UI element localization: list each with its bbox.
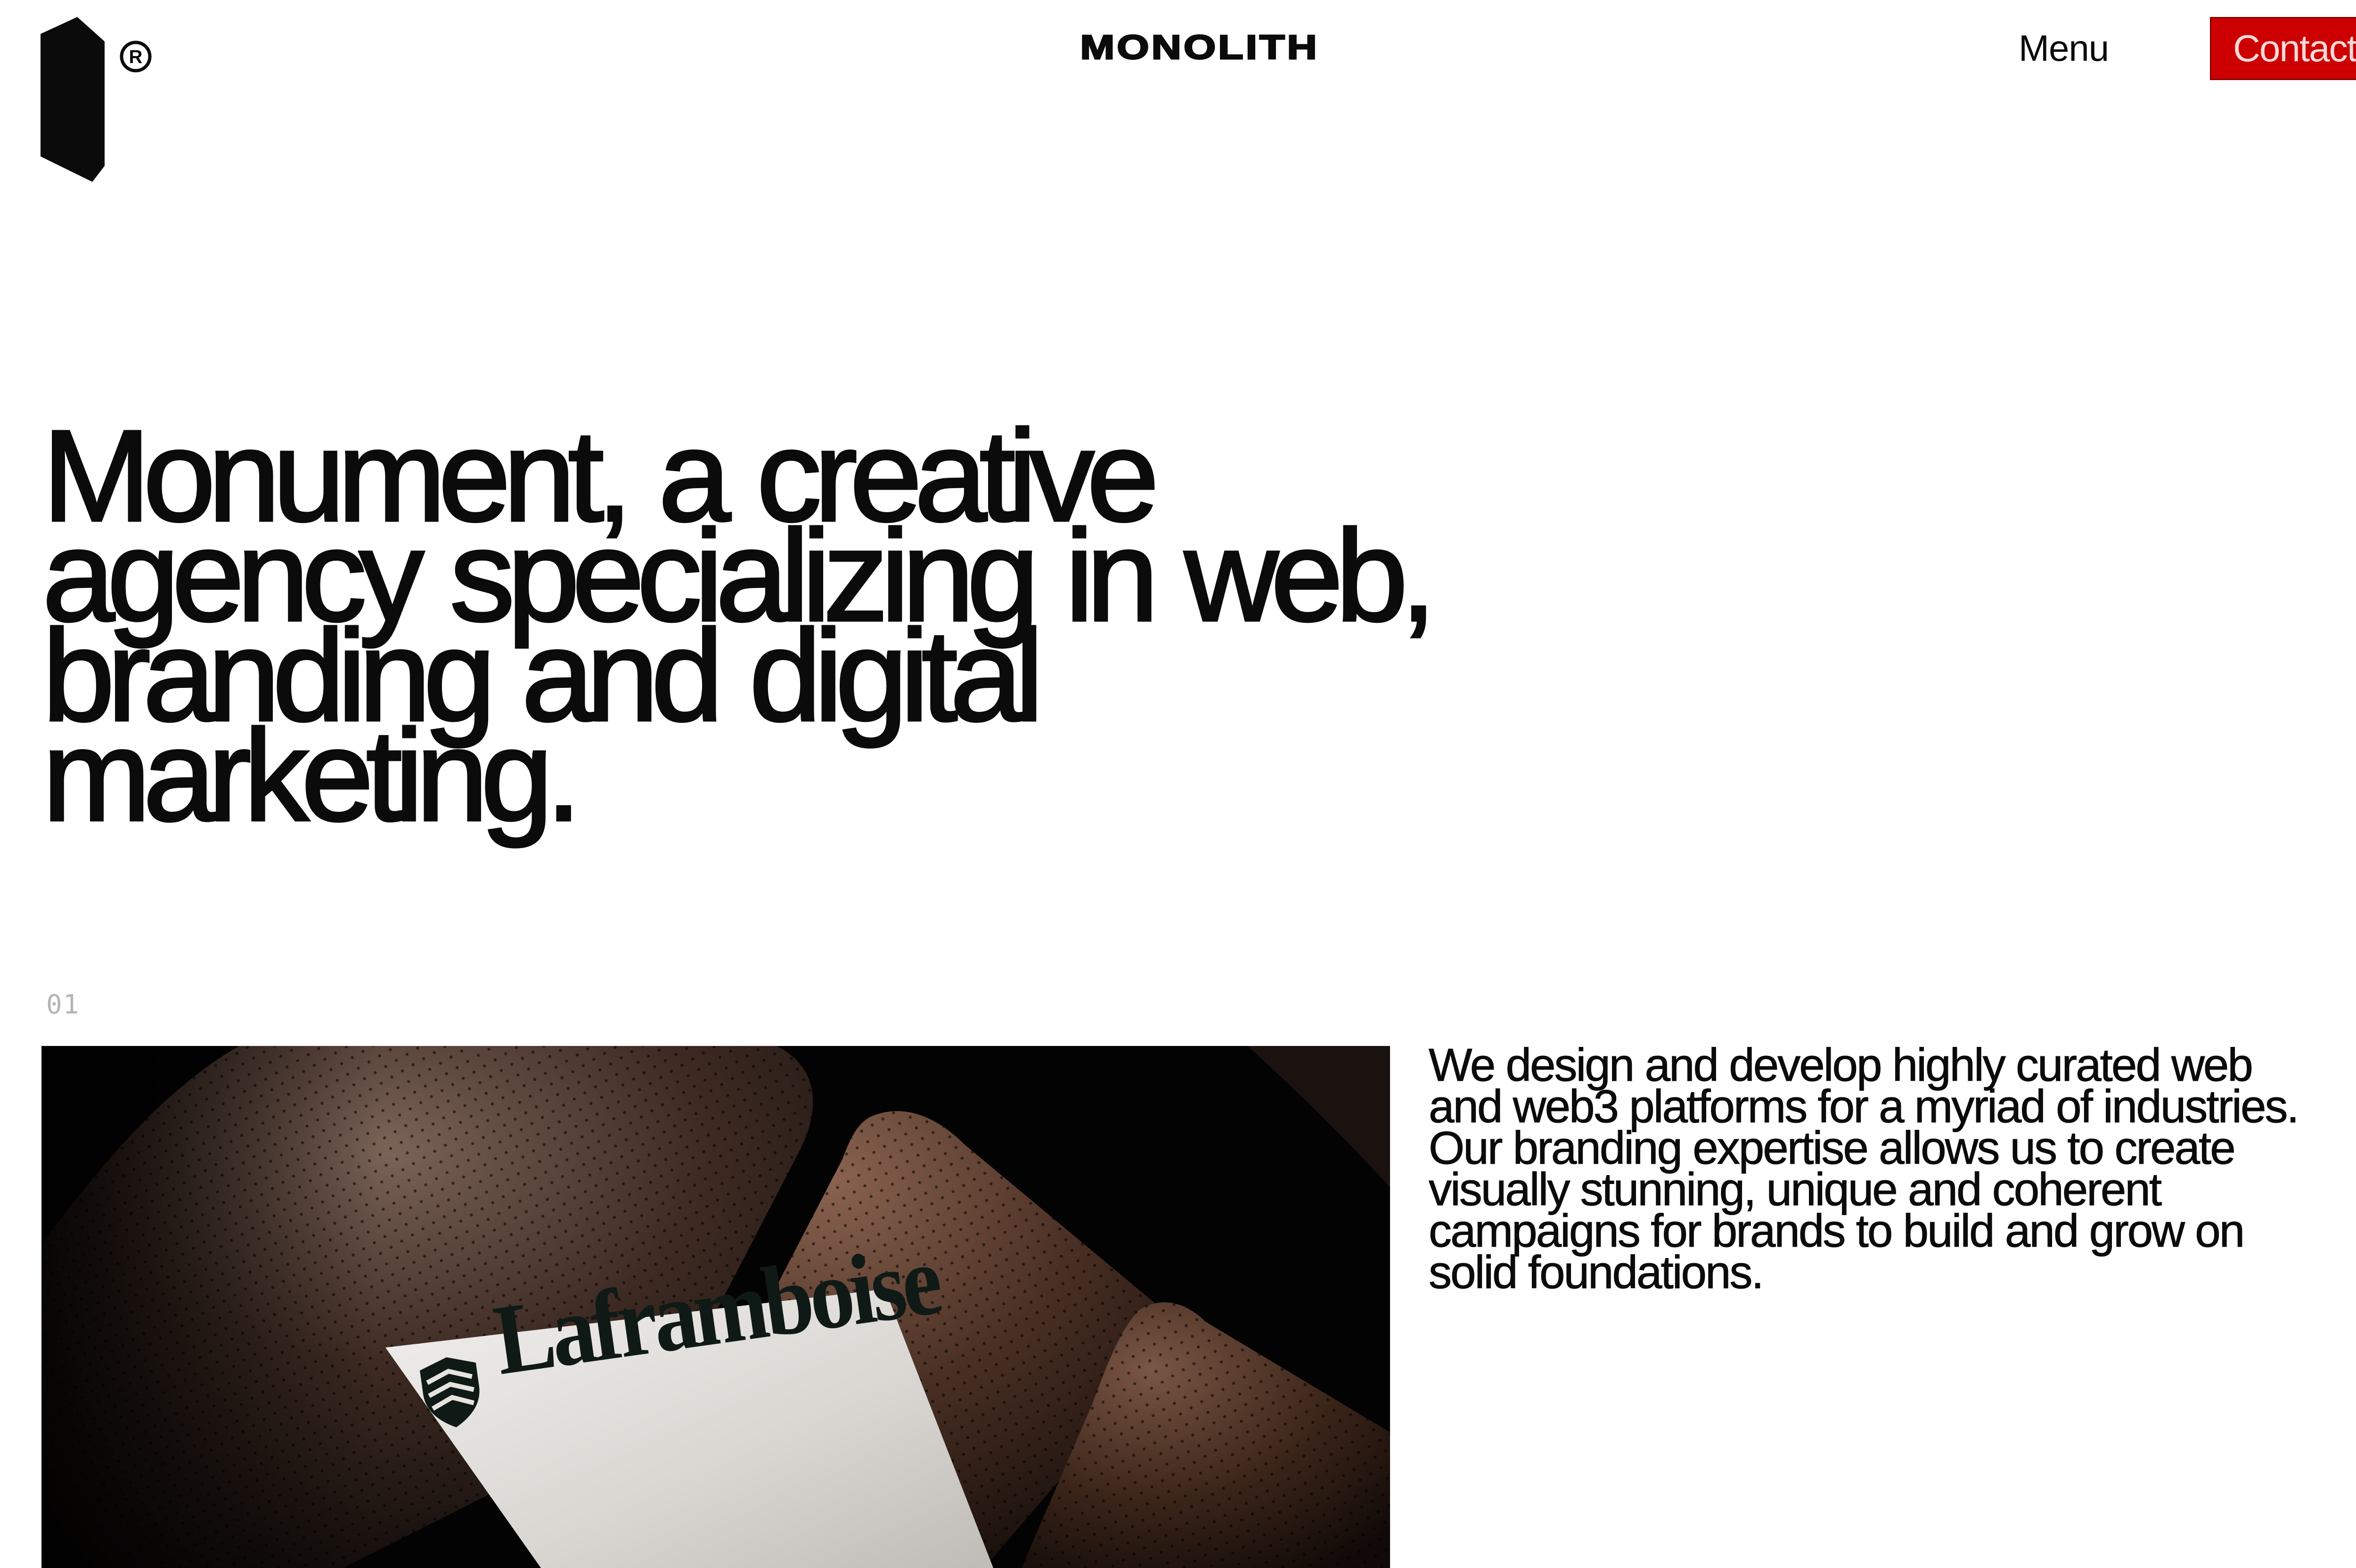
menu-button[interactable]: Menu <box>2019 25 2109 71</box>
contact-button[interactable]: Contact <box>2210 17 2356 80</box>
brand-wordmark[interactable]: MONOLITH <box>1055 28 1345 67</box>
svg-text:R: R <box>129 47 143 67</box>
intro-line: campaigns for brands to build and grow o… <box>1429 1205 2245 1257</box>
shield-stripes-icon <box>414 1353 489 1432</box>
hero-heading: Monument, a creative agency specializing… <box>41 410 1456 842</box>
logo-icon[interactable] <box>41 17 111 182</box>
intro-line: solid foundations. <box>1429 1246 1765 1298</box>
intro-line: and web3 platforms for a myriad of indus… <box>1429 1080 2300 1132</box>
intro-line: We design and develop highly curated web <box>1429 1039 2254 1091</box>
intro-line: Our branding expertise allows us to crea… <box>1429 1122 2236 1174</box>
section-index: 01 <box>46 989 80 1020</box>
intro-paragraph: We design and develop highly curated web… <box>1429 1039 2356 1298</box>
intro-line: visually stunning, unique and coherent <box>1429 1163 2162 1215</box>
registered-trademark-icon: R <box>119 40 153 74</box>
